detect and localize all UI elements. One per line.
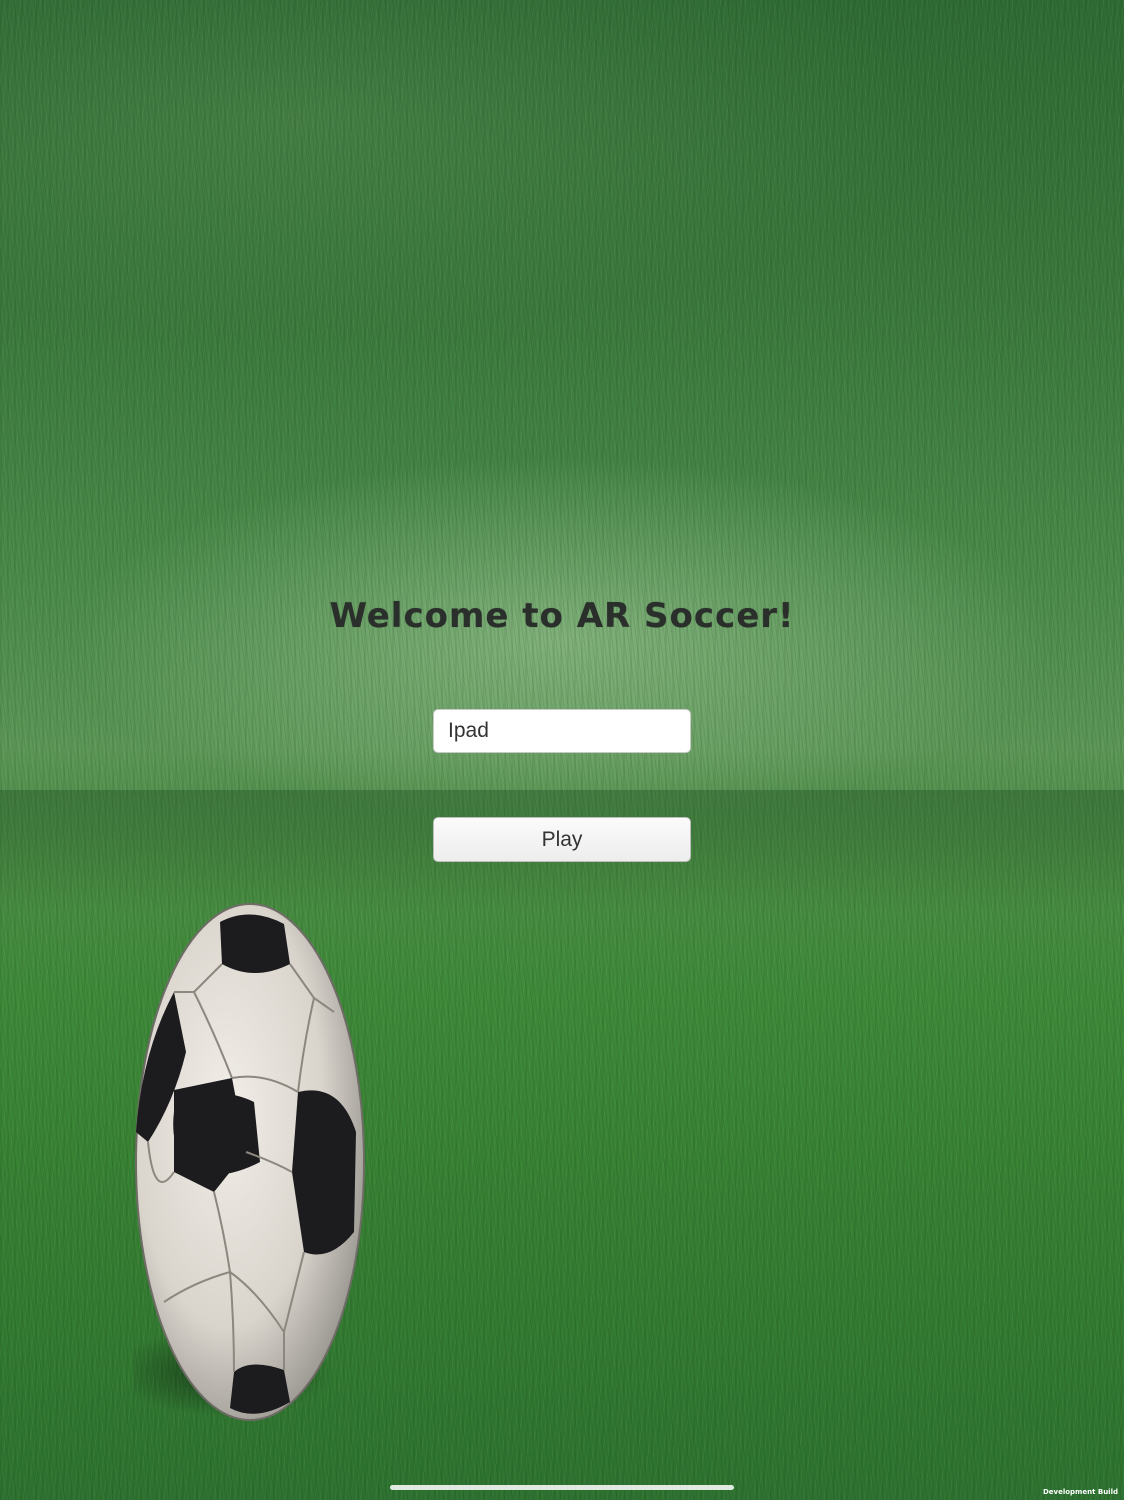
player-name-input[interactable] — [433, 709, 691, 753]
home-indicator[interactable] — [390, 1485, 734, 1490]
play-button[interactable]: Play — [433, 817, 691, 862]
welcome-title: Welcome to AR Soccer! — [329, 596, 795, 636]
development-build-label: Development Build — [1042, 1488, 1118, 1496]
soccer-ball-icon — [134, 903, 365, 1421]
